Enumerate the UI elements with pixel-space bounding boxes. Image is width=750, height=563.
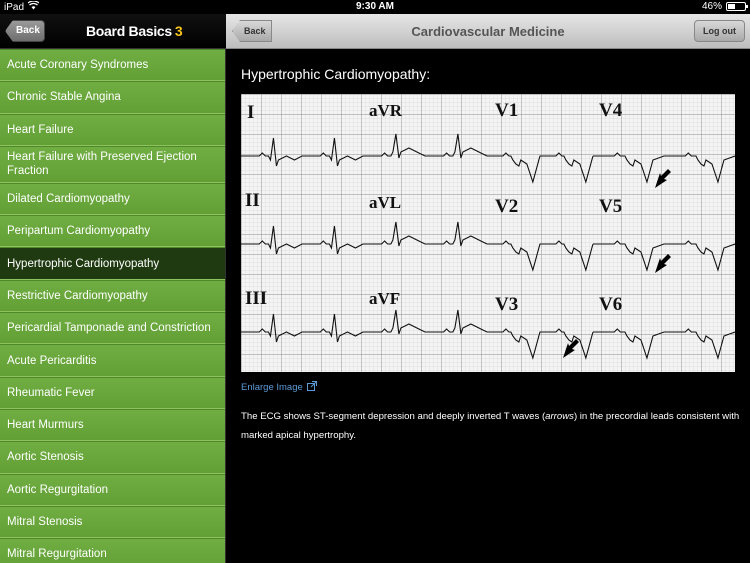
sidebar-item-mitral-regurgitation[interactable]: Mitral Regurgitation — [0, 538, 225, 563]
enlarge-image-link[interactable]: Enlarge Image — [241, 381, 317, 394]
article-heading: Hypertrophic Cardiomyopathy: — [241, 66, 431, 82]
sidebar-item-label: Restrictive Cardiomyopathy — [7, 289, 148, 302]
brand-number: 3 — [174, 23, 183, 39]
sidebar-item-label: Heart Murmurs — [7, 419, 84, 432]
navbar-title: Cardiovascular Medicine — [411, 24, 565, 39]
sidebar-item-pericardial-tamponade[interactable]: Pericardial Tamponade and Constriction — [0, 312, 225, 345]
sidebar-item-label: Chronic Stable Angina — [7, 91, 121, 104]
content-navbar: Back Cardiovascular Medicine Log out — [226, 14, 750, 49]
ecg-image[interactable]: I aVR V1 V4 II aVL V2 V5 III aVF V3 V6 — [241, 94, 735, 372]
sidebar-item-dilated-cardiomyopathy[interactable]: Dilated Cardiomyopathy — [0, 182, 225, 216]
caption-text: The ECG shows ST-segment depression and … — [241, 411, 546, 422]
sidebar-item-label: Acute Pericarditis — [7, 354, 97, 367]
sidebar-item-label: Aortic Regurgitation — [7, 483, 108, 496]
ecg-lead-label: V6 — [599, 294, 622, 315]
ecg-lead-label: V4 — [599, 100, 623, 121]
sidebar-item-label: Acute Coronary Syndromes — [7, 59, 149, 72]
sidebar-item-label: Aortic Stenosis — [7, 451, 84, 464]
ecg-lead-label: I — [247, 102, 254, 123]
status-time: 9:30 AM — [356, 1, 394, 12]
ecg-lead-label: V2 — [495, 196, 518, 217]
sidebar-item-label: Heart Failure with Preserved Ejection Fr… — [7, 151, 197, 178]
sidebar-item-label: Peripartum Cardiomyopathy — [7, 225, 151, 238]
sidebar-item-label: Heart Failure — [7, 123, 74, 136]
sidebar-item-aortic-regurgitation[interactable]: Aortic Regurgitation — [0, 473, 225, 506]
article-content: Hypertrophic Cardiomyopathy: I aVR V1 V4… — [226, 50, 750, 563]
sidebar-item-heart-failure[interactable]: Heart Failure — [0, 113, 225, 146]
sidebar-item-acute-coronary-syndromes[interactable]: Acute Coronary Syndromes — [0, 49, 225, 82]
sidebar-item-heart-failure-preserved-ef[interactable]: Heart Failure with Preserved Ejection Fr… — [0, 145, 225, 183]
app-brand: Board Basics 3 — [86, 23, 183, 39]
caption-emphasis: arrows — [545, 411, 574, 422]
battery-percent: 46% — [701, 1, 722, 12]
sidebar-back-button[interactable]: Back — [5, 20, 45, 42]
external-link-icon — [306, 381, 317, 394]
sidebar-item-hypertrophic-cardiomyopathy[interactable]: Hypertrophic Cardiomyopathy — [0, 247, 225, 280]
sidebar-item-heart-murmurs[interactable]: Heart Murmurs — [0, 408, 225, 442]
sidebar-navbar: Back Board Basics 3 — [0, 14, 226, 49]
sidebar-item-label: Pericardial Tamponade and Constriction — [7, 322, 211, 335]
sidebar-item-acute-pericarditis[interactable]: Acute Pericarditis — [0, 344, 225, 377]
sidebar-item-label: Dilated Cardiomyopathy — [7, 193, 130, 206]
sidebar-item-aortic-stenosis[interactable]: Aortic Stenosis — [0, 441, 225, 474]
topics-sidebar: Acute Coronary Syndromes Chronic Stable … — [0, 49, 226, 563]
sidebar-item-chronic-stable-angina[interactable]: Chronic Stable Angina — [0, 81, 225, 114]
ecg-tracing: I aVR V1 V4 II aVL V2 V5 III aVF V3 V6 — [241, 94, 735, 372]
brand-title: Board Basics — [86, 23, 172, 39]
status-bar: iPad 9:30 AM 46% — [0, 0, 750, 14]
ecg-lead-label: II — [245, 190, 260, 211]
battery-icon — [726, 2, 748, 11]
ecg-lead-label: aVR — [369, 101, 403, 120]
ecg-lead-label: III — [245, 288, 267, 309]
sidebar-item-rheumatic-fever[interactable]: Rheumatic Fever — [0, 376, 225, 409]
ecg-lead-label: V5 — [599, 196, 622, 217]
sidebar-item-label: Hypertrophic Cardiomyopathy — [7, 257, 160, 270]
sidebar-item-label: Mitral Stenosis — [7, 516, 83, 528]
sidebar-item-mitral-stenosis[interactable]: Mitral Stenosis — [0, 505, 225, 539]
ecg-lead-label: aVF — [369, 289, 400, 308]
ecg-lead-label: V1 — [495, 100, 518, 121]
ecg-lead-label: aVL — [369, 193, 401, 212]
sidebar-item-label: Rheumatic Fever — [7, 386, 95, 399]
logout-button[interactable]: Log out — [694, 20, 745, 42]
ecg-caption: The ECG shows ST-segment depression and … — [241, 407, 741, 445]
sidebar-item-restrictive-cardiomyopathy[interactable]: Restrictive Cardiomyopathy — [0, 279, 225, 313]
sidebar-item-label: Mitral Regurgitation — [7, 548, 107, 561]
ecg-lead-label: V3 — [495, 294, 518, 315]
sidebar-item-peripartum-cardiomyopathy[interactable]: Peripartum Cardiomyopathy — [0, 215, 225, 248]
enlarge-image-label: Enlarge Image — [241, 382, 303, 393]
